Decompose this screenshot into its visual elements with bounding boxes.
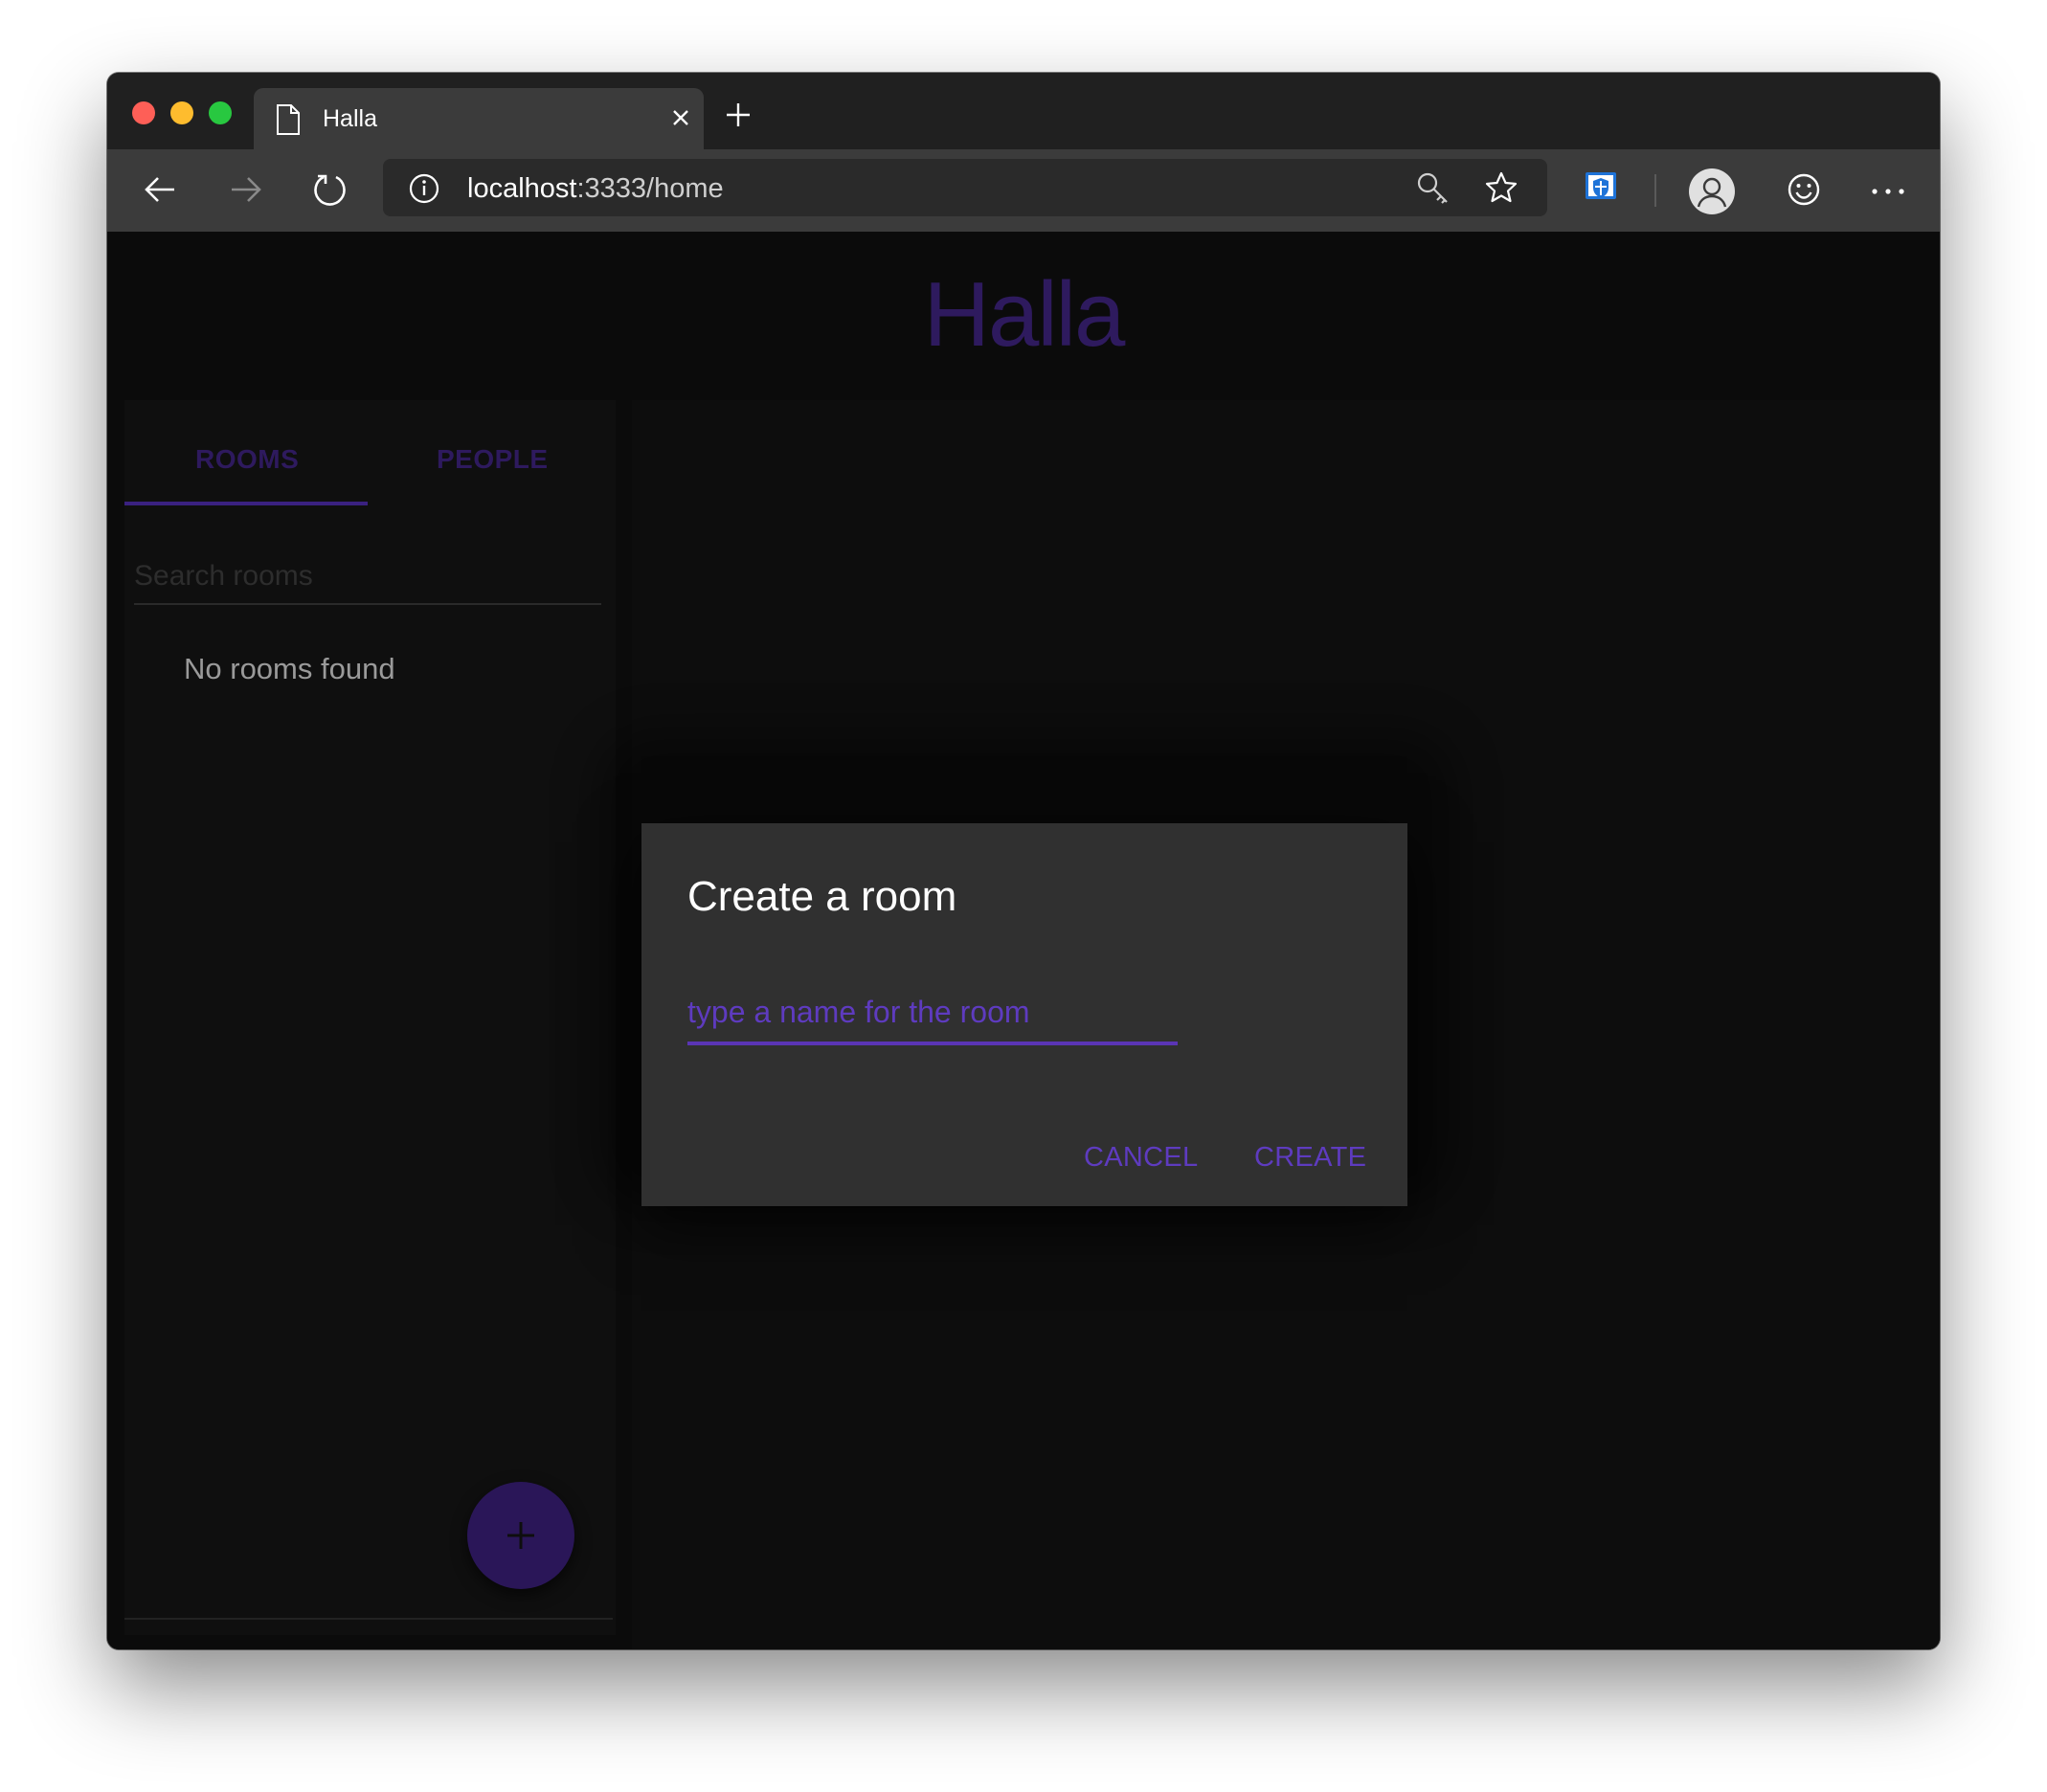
toolbar-separator bbox=[1654, 174, 1656, 207]
page-icon bbox=[275, 103, 302, 141]
plus-icon[interactable] bbox=[724, 101, 753, 134]
tab-strip: Halla bbox=[107, 73, 1940, 149]
profile-icon[interactable] bbox=[1689, 168, 1735, 214]
room-name-field bbox=[687, 986, 1178, 1045]
tab-people[interactable]: PEOPLE bbox=[437, 444, 549, 475]
url-text[interactable]: localhost:3333/home bbox=[467, 173, 724, 205]
reload-icon[interactable] bbox=[310, 170, 349, 213]
info-icon[interactable] bbox=[408, 172, 440, 210]
minimize-window-button[interactable] bbox=[170, 101, 193, 124]
tab-title: Halla bbox=[323, 105, 377, 132]
sidebar: ROOMS PEOPLE No rooms found bbox=[124, 400, 616, 1635]
url-path: :3333/home bbox=[576, 173, 724, 204]
url-host: localhost bbox=[467, 173, 577, 204]
back-arrow-icon[interactable] bbox=[142, 170, 180, 213]
empty-rooms-message: No rooms found bbox=[184, 652, 395, 685]
create-button[interactable]: CREATE bbox=[1254, 1142, 1366, 1174]
key-icon[interactable] bbox=[1415, 170, 1451, 212]
smiley-icon[interactable] bbox=[1785, 170, 1823, 213]
add-room-button[interactable] bbox=[467, 1482, 574, 1589]
browser-toolbar: localhost:3333/home bbox=[107, 149, 1940, 234]
shield-icon[interactable] bbox=[1582, 168, 1620, 213]
search-rooms-input[interactable] bbox=[134, 553, 601, 599]
app-title: Halla bbox=[923, 263, 1126, 366]
browser-window: Halla localhost:3333/home Halla ROOMS PE… bbox=[107, 73, 1940, 1649]
search-field bbox=[134, 553, 601, 605]
zoom-window-button[interactable] bbox=[209, 101, 232, 124]
cancel-button[interactable]: CANCEL bbox=[1084, 1142, 1198, 1174]
close-icon[interactable] bbox=[669, 106, 692, 134]
more-icon[interactable] bbox=[1869, 172, 1907, 215]
create-room-dialog: Create a room CANCEL CREATE bbox=[641, 823, 1407, 1206]
tab-rooms[interactable]: ROOMS bbox=[195, 444, 299, 475]
plus-icon bbox=[507, 1522, 534, 1549]
dialog-title: Create a room bbox=[687, 873, 957, 920]
sidebar-tabs: ROOMS PEOPLE bbox=[124, 400, 616, 505]
page-content: Halla ROOMS PEOPLE No rooms found Create… bbox=[107, 232, 1940, 1649]
star-icon[interactable] bbox=[1484, 170, 1518, 210]
sidebar-bottom-divider bbox=[124, 1618, 613, 1620]
browser-tab[interactable]: Halla bbox=[254, 88, 704, 149]
active-tab-indicator bbox=[124, 502, 368, 505]
room-name-input[interactable] bbox=[687, 986, 1178, 1038]
forward-arrow-icon[interactable] bbox=[226, 170, 264, 213]
close-window-button[interactable] bbox=[132, 101, 155, 124]
address-bar[interactable]: localhost:3333/home bbox=[383, 159, 1547, 216]
